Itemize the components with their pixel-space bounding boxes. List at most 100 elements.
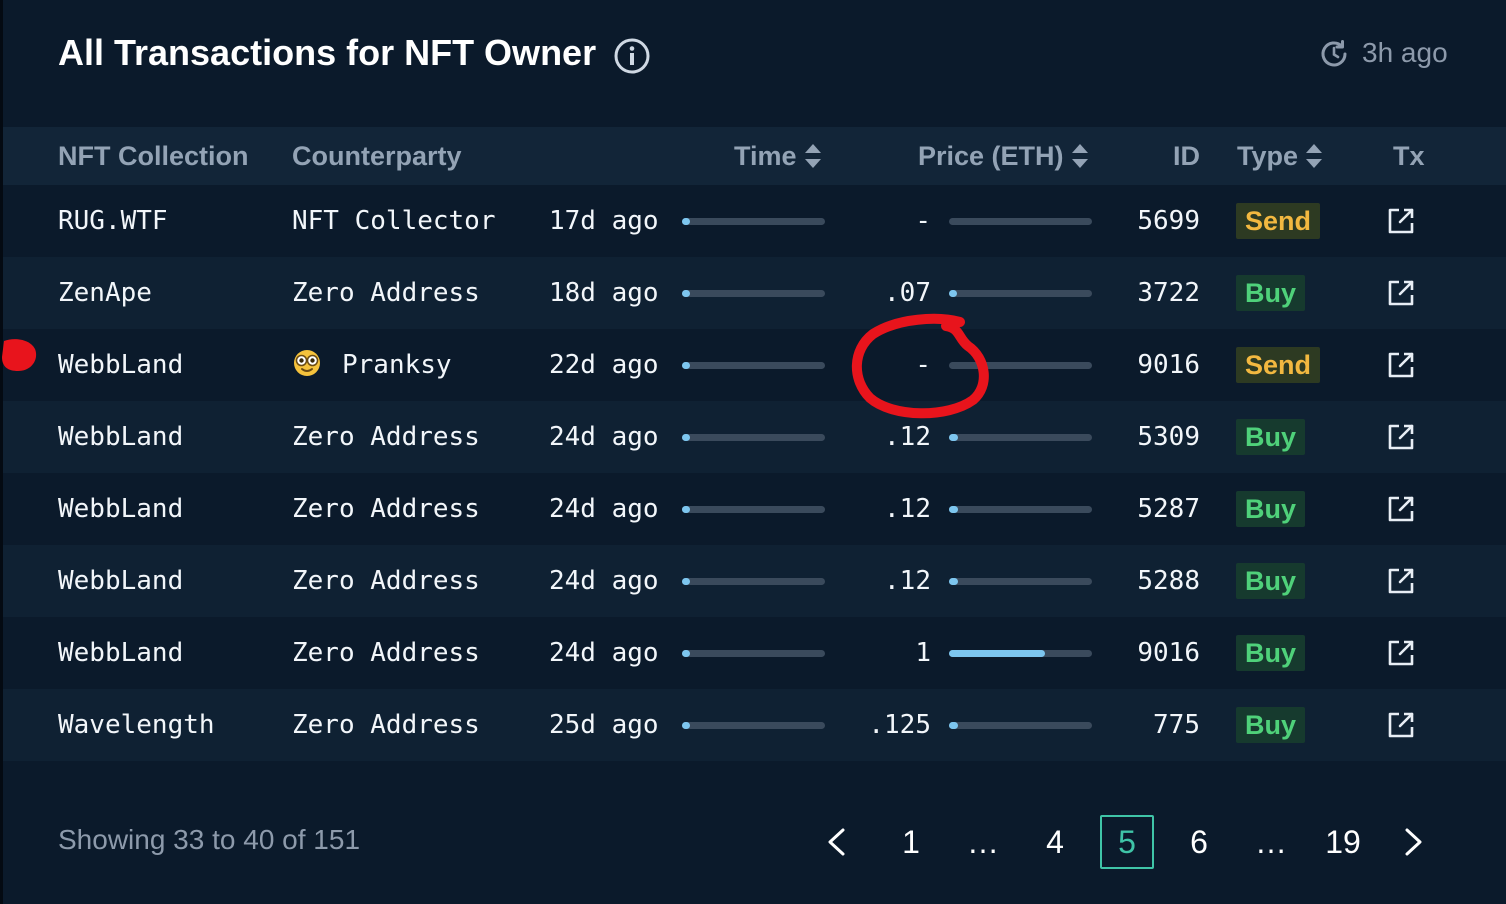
type-badge: Buy	[1236, 419, 1306, 455]
counterparty-cell: Zero Address	[292, 689, 480, 761]
counterparty-name: Zero Address	[292, 494, 480, 524]
time-bar-fill	[682, 362, 690, 369]
annotation-dot	[2, 339, 37, 371]
counterparty-cell: Zero Address	[292, 617, 480, 689]
prev-page-button[interactable]	[810, 815, 864, 869]
collection-name: Wavelength	[58, 710, 215, 740]
type-badge: Send	[1236, 347, 1321, 383]
time-bar	[682, 506, 825, 513]
price-bar	[949, 722, 1092, 729]
page-button-1[interactable]: 1	[884, 815, 938, 869]
counterparty-name: Zero Address	[292, 566, 480, 596]
sort-updown-icon[interactable]	[1070, 141, 1090, 171]
counterparty-name: Pranksy	[342, 350, 452, 380]
time-bar-fill	[682, 722, 690, 729]
table-row: Wavelength Zero Address 25d ago .125 775 Buy	[3, 689, 1506, 761]
counterparty-name: Zero Address	[292, 278, 480, 308]
price-bar	[949, 218, 1092, 225]
collection-name: WebbLand	[58, 638, 184, 668]
info-icon[interactable]	[613, 37, 651, 75]
external-link-icon[interactable]	[1387, 567, 1415, 595]
time-text: 24d ago	[549, 638, 659, 668]
collection-name: ZenApe	[58, 278, 152, 308]
time-bar-fill	[682, 434, 690, 441]
column-header-type[interactable]: Type	[1237, 127, 1324, 185]
time-bar	[682, 434, 825, 441]
external-link-icon[interactable]	[1387, 351, 1415, 379]
counterparty-name: Zero Address	[292, 638, 480, 668]
time-text: 24d ago	[549, 422, 659, 452]
token-id: 5288	[1137, 566, 1200, 596]
refresh-clock-icon[interactable]	[1318, 38, 1350, 70]
time-bar-fill	[682, 218, 690, 225]
time-text: 24d ago	[549, 566, 659, 596]
external-link-icon[interactable]	[1387, 711, 1415, 739]
type-badge: Buy	[1236, 275, 1306, 311]
page-button-5[interactable]: 5	[1100, 815, 1154, 869]
price-bar-fill	[949, 578, 958, 585]
external-link-icon[interactable]	[1387, 279, 1415, 307]
time-bar	[682, 290, 825, 297]
counterparty-cell: Zero Address	[292, 257, 480, 329]
collection-name: WebbLand	[58, 422, 184, 452]
counterparty-cell: Zero Address	[292, 473, 480, 545]
counterparty-cell: Pranksy	[292, 329, 452, 401]
chevron-left-icon	[828, 828, 845, 856]
transactions-card: All Transactions for NFT Owner 3h ago NF…	[3, 0, 1506, 904]
price-bar	[949, 434, 1092, 441]
price-text: .12	[884, 566, 931, 596]
counterparty-name: Zero Address	[292, 422, 480, 452]
external-link-icon[interactable]	[1387, 639, 1415, 667]
column-header-price[interactable]: Price (ETH)	[918, 127, 1090, 185]
column-header-counterparty: Counterparty	[292, 127, 462, 185]
column-header-collection: NFT Collection	[58, 127, 249, 185]
type-badge: Buy	[1236, 635, 1306, 671]
time-bar	[682, 578, 825, 585]
column-header-id: ID	[1143, 127, 1200, 185]
pagination-ellipsis: …	[967, 824, 999, 860]
price-bar-fill	[949, 722, 958, 729]
table-row: WebbLand Zero Address 24d ago .12 5288 Buy	[3, 545, 1506, 617]
last-updated-text: 3h ago	[1362, 37, 1448, 68]
price-text: -	[915, 206, 931, 236]
token-id: 5287	[1137, 494, 1200, 524]
time-bar	[682, 722, 825, 729]
page-button-4[interactable]: 4	[1028, 815, 1082, 869]
type-badge: Buy	[1236, 707, 1306, 743]
page-button-6[interactable]: 6	[1172, 815, 1226, 869]
pagination-ellipsis: …	[1255, 824, 1287, 860]
time-text: 17d ago	[549, 206, 659, 236]
next-page-button[interactable]	[1386, 815, 1440, 869]
price-bar	[949, 506, 1092, 513]
price-bar	[949, 650, 1092, 657]
table-row: RUG.WTF NFT Collector 17d ago - 5699 Send	[3, 185, 1506, 257]
showing-count: Showing 33 to 40 of 151	[58, 824, 361, 855]
column-header-time[interactable]: Time	[734, 127, 823, 185]
column-label: Counterparty	[292, 141, 462, 171]
price-text: .125	[868, 710, 931, 740]
price-bar-fill	[949, 434, 958, 441]
time-bar	[682, 362, 825, 369]
token-id: 3722	[1137, 278, 1200, 308]
external-link-icon[interactable]	[1387, 495, 1415, 523]
external-link-icon[interactable]	[1387, 207, 1415, 235]
collection-name: WebbLand	[58, 350, 184, 380]
time-bar-fill	[682, 650, 690, 657]
price-bar	[949, 290, 1092, 297]
column-header-tx: Tx	[1393, 127, 1425, 185]
external-link-icon[interactable]	[1387, 423, 1415, 451]
time-bar-fill	[682, 506, 690, 513]
sort-updown-icon[interactable]	[803, 141, 823, 171]
time-text: 22d ago	[549, 350, 659, 380]
counterparty-cell: Zero Address	[292, 401, 480, 473]
annotation-circle	[851, 313, 989, 419]
counterparty-name: Zero Address	[292, 710, 480, 740]
time-bar	[682, 650, 825, 657]
column-label: Tx	[1393, 141, 1425, 171]
page-button-19[interactable]: 19	[1316, 815, 1370, 869]
table-row: ZenApe Zero Address 18d ago .07 3722 Buy	[3, 257, 1506, 329]
time-bar	[682, 218, 825, 225]
sort-updown-icon[interactable]	[1304, 141, 1324, 171]
token-id: 5309	[1137, 422, 1200, 452]
token-id: 9016	[1137, 350, 1200, 380]
